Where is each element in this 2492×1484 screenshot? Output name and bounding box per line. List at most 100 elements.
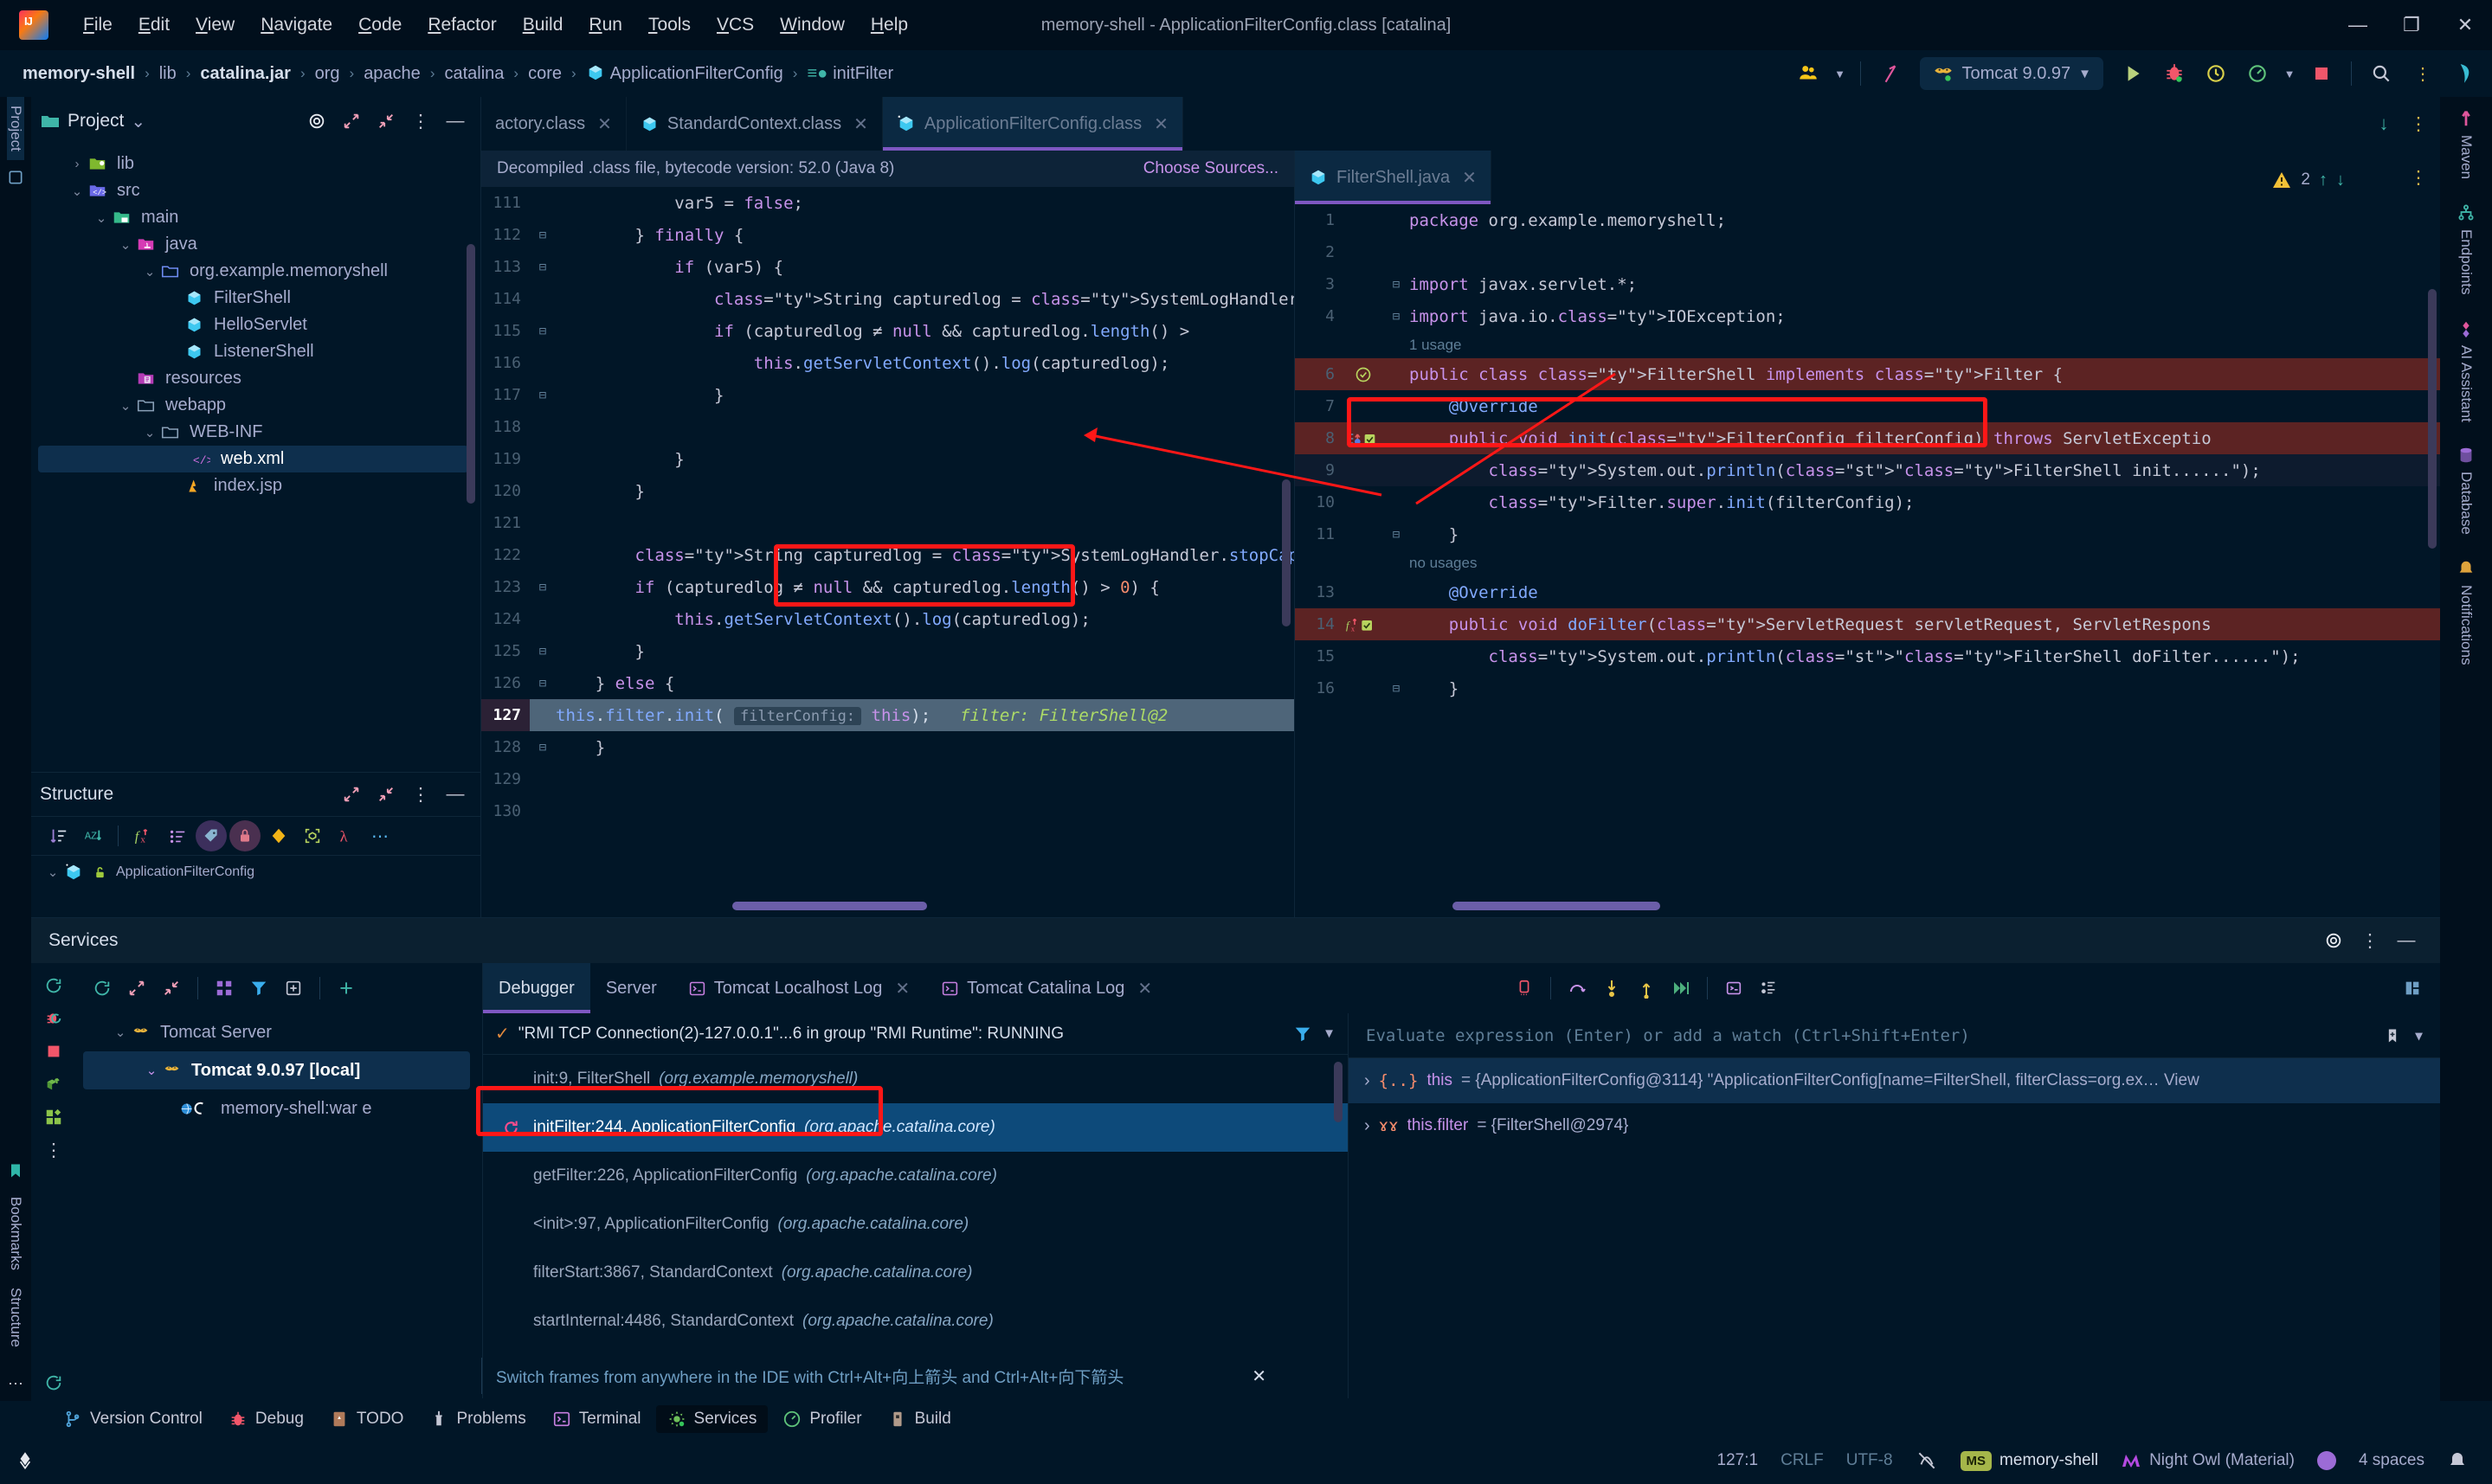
- tree-item-web-xml[interactable]: </> web.xml: [38, 446, 468, 472]
- breadcrumb-item-8[interactable]: ≡● initFilter: [800, 61, 900, 87]
- tool-window-button-version-control[interactable]: Version Control: [52, 1405, 214, 1433]
- tool-tab-endpoints[interactable]: Endpoints: [2457, 191, 2476, 307]
- evaluate-expression-icon[interactable]: [1718, 973, 1749, 1004]
- prev-problem-icon[interactable]: ↑: [2319, 170, 2328, 190]
- chevron-down-icon[interactable]: ⌄: [131, 111, 145, 132]
- next-problem-icon[interactable]: ↓: [2336, 170, 2345, 190]
- code-view-left[interactable]: 111 var5 = false; 112 ⊟ } finally {113 ⊟ if…: [481, 187, 1294, 879]
- show-anonymous-icon[interactable]: [297, 820, 328, 851]
- structure-root-item[interactable]: ⌄ ApplicationFilterConfig: [31, 856, 480, 889]
- close-icon[interactable]: ✕: [1137, 978, 1152, 999]
- chevron-right-icon[interactable]: ›: [66, 157, 88, 171]
- frame-item-1[interactable]: initFilter:244, ApplicationFilterConfig (…: [483, 1103, 1348, 1152]
- stop-service-icon[interactable]: [38, 1036, 69, 1067]
- choose-sources-link[interactable]: Choose Sources...: [1143, 159, 1278, 178]
- frame-item-3[interactable]: <init>:97, ApplicationFilterConfig (org.a…: [483, 1200, 1348, 1249]
- hide-panel-icon[interactable]: —: [439, 105, 472, 138]
- gutter-icons[interactable]: [1343, 430, 1383, 447]
- horizontal-scrollbar-right[interactable]: [1452, 902, 1660, 910]
- ide-widget-icon[interactable]: [14, 1449, 36, 1472]
- close-icon[interactable]: ✕: [1462, 167, 1477, 189]
- tool-tab-maven[interactable]: Maven: [2457, 97, 2476, 191]
- tree-item-src[interactable]: ⌄ </> src: [31, 177, 480, 204]
- ai-assistant-icon[interactable]: [2445, 55, 2483, 93]
- tool-window-button-services[interactable]: Services: [655, 1405, 769, 1433]
- debug-button[interactable]: [2155, 55, 2193, 93]
- gutter-icons[interactable]: [1343, 366, 1383, 383]
- show-non-public-icon[interactable]: [229, 820, 261, 851]
- tree-item-main[interactable]: ⌄ main: [31, 204, 480, 231]
- tree-item-java[interactable]: ⌄ java: [31, 231, 480, 258]
- chevron-down-icon[interactable]: ▼: [2415, 1028, 2423, 1044]
- account-icon[interactable]: [1789, 55, 1827, 93]
- search-icon[interactable]: [2362, 55, 2400, 93]
- memory-indicator[interactable]: [2316, 1451, 2336, 1470]
- breadcrumb-item-7[interactable]: ApplicationFilterConfig: [579, 61, 790, 87]
- indent-widget[interactable]: 4 spaces: [2359, 1451, 2424, 1470]
- chevron-down-icon[interactable]: ⌄: [90, 210, 113, 226]
- profiler-button[interactable]: [2238, 55, 2276, 93]
- hide-panel-icon[interactable]: —: [439, 778, 472, 811]
- line-separator[interactable]: CRLF: [1780, 1451, 1824, 1470]
- close-button[interactable]: ✕: [2438, 0, 2492, 50]
- service-item-tomcat-server[interactable]: ⌄ Tomcat Server: [76, 1013, 482, 1051]
- panel-options-icon[interactable]: ⋮: [404, 778, 437, 811]
- git-push-icon[interactable]: [1871, 55, 1909, 93]
- tree-item-org-example-memoryshell[interactable]: ⌄ org.example.memoryshell: [31, 258, 480, 285]
- expand-all-icon[interactable]: [121, 973, 152, 1004]
- chevron-right-icon[interactable]: ›: [1364, 1071, 1370, 1091]
- tool-tab-database[interactable]: Database: [2457, 434, 2476, 547]
- scroll-from-source-icon[interactable]: [300, 105, 333, 138]
- code-view-right[interactable]: 1 package org.example.memoryshell; 2 3 ⊟ impo…: [1295, 204, 2440, 917]
- debugger-tab-tomcat-localhost-log[interactable]: Tomcat Localhost Log ✕: [673, 963, 925, 1013]
- close-icon[interactable]: ✕: [895, 978, 910, 999]
- editor-tab-0[interactable]: actory.class ✕: [481, 97, 627, 151]
- tool-window-button-problems[interactable]: Problems: [418, 1405, 537, 1433]
- frame-item-5[interactable]: startInternal:4486, StandardContext (org.…: [483, 1297, 1348, 1346]
- fold-marker-icon[interactable]: ⊟: [1383, 278, 1409, 292]
- step-into-icon[interactable]: [1596, 973, 1627, 1004]
- fold-marker-icon[interactable]: ⊟: [530, 741, 556, 755]
- maximize-button[interactable]: ❐: [2385, 0, 2438, 50]
- close-icon[interactable]: ✕: [597, 113, 612, 135]
- more-tool-windows-icon[interactable]: ⋯: [0, 1366, 31, 1401]
- frame-item-0[interactable]: init:9, FilterShell (org.example.memorysh…: [483, 1055, 1348, 1103]
- tool-window-button-terminal[interactable]: Terminal: [541, 1405, 653, 1433]
- rerun-button[interactable]: [2197, 55, 2235, 93]
- breadcrumb-item-1[interactable]: lib: [152, 61, 184, 87]
- inspection-widget[interactable]: 2 ↑ ↓: [2271, 170, 2345, 190]
- menu-item-build[interactable]: Build: [511, 10, 576, 41]
- tool-tab-ai-assistant[interactable]: AI Assistant: [2457, 307, 2476, 434]
- editor-options-icon[interactable]: ⋮: [2402, 161, 2435, 194]
- close-icon[interactable]: ✕: [1154, 113, 1169, 135]
- tree-item-filtershell[interactable]: FilterShell: [31, 285, 480, 312]
- evaluate-expression-field[interactable]: Evaluate expression (Enter) or add a wat…: [1349, 1013, 2440, 1058]
- breadcrumb-item-6[interactable]: core: [521, 61, 569, 87]
- scroll-down-icon[interactable]: ↓: [2367, 107, 2400, 140]
- fold-marker-icon[interactable]: ⊟: [530, 581, 556, 594]
- chevron-down-icon[interactable]: ▼: [1831, 55, 1850, 93]
- menu-item-window[interactable]: Window: [768, 10, 857, 41]
- chevron-down-icon[interactable]: ⌄: [138, 425, 161, 440]
- expand-all-icon[interactable]: [335, 778, 368, 811]
- rerun-icon[interactable]: [87, 973, 118, 1004]
- menu-item-file[interactable]: File: [71, 10, 125, 41]
- fold-marker-icon[interactable]: ⊟: [1383, 310, 1409, 324]
- frame-item-2[interactable]: getFilter:226, ApplicationFilterConfig (o…: [483, 1152, 1348, 1200]
- close-icon[interactable]: ✕: [853, 113, 868, 135]
- chevron-down-icon[interactable]: ▼: [2078, 67, 2091, 81]
- menu-item-code[interactable]: Code: [346, 10, 414, 41]
- tree-item-index-jsp[interactable]: index.jsp: [31, 472, 480, 499]
- step-over-icon[interactable]: [1562, 973, 1593, 1004]
- menu-item-tools[interactable]: Tools: [636, 10, 703, 41]
- notifications-icon[interactable]: [2447, 1450, 2468, 1471]
- add-icon[interactable]: +: [331, 973, 362, 1004]
- fold-marker-icon[interactable]: ⊟: [530, 228, 556, 242]
- view-layout-icon[interactable]: [209, 973, 240, 1004]
- rerun-service-icon[interactable]: [38, 970, 69, 1001]
- scroll-from-source-icon[interactable]: [2317, 924, 2350, 957]
- menu-item-refactor[interactable]: Refactor: [415, 10, 508, 41]
- chevron-down-icon[interactable]: ⌄: [66, 183, 88, 199]
- sort-alphabetically-icon[interactable]: AZ: [77, 820, 108, 851]
- tool-window-button-build[interactable]: Build: [877, 1405, 963, 1433]
